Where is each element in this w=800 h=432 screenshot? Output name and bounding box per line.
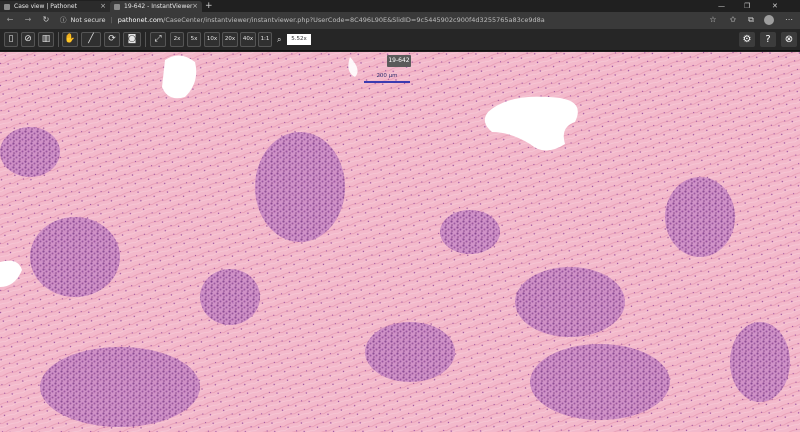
favorites-icon[interactable]: ✩: [728, 15, 738, 25]
separator: [145, 32, 146, 47]
back-icon[interactable]: ←: [4, 14, 16, 26]
close-tab-icon[interactable]: ×: [100, 1, 106, 12]
tab-case-view[interactable]: Case view | Pathonet ×: [0, 1, 110, 12]
collections-icon[interactable]: ⧉: [746, 15, 756, 25]
compass-icon[interactable]: ⊘: [21, 32, 35, 47]
more-menu-icon[interactable]: ⋯: [784, 15, 794, 25]
scale-bar-label: 200 µm: [376, 73, 398, 79]
url-domain: pathonet.com: [117, 16, 164, 24]
viewer-toolbar: ▯ ⊘ ▥ ✋ ╱ ⟳ ◙ ⤢ 2x 5x 10x 20x 40x 1:1 ⌕ …: [0, 29, 800, 51]
scale-bar: 200 µm: [364, 73, 410, 85]
close-viewer-icon[interactable]: ⊗: [781, 32, 797, 47]
zoom-10x-button[interactable]: 10x: [204, 32, 220, 47]
minimize-icon[interactable]: —: [718, 0, 725, 12]
zoom-2x-button[interactable]: 2x: [170, 32, 184, 47]
magnifier-icon: ⌕: [277, 35, 282, 44]
settings-gear-icon[interactable]: ⚙: [739, 32, 755, 47]
separator: [58, 32, 59, 47]
zoom-5x-button[interactable]: 5x: [187, 32, 201, 47]
barcode-icon[interactable]: ▥: [38, 32, 54, 47]
rotate-icon[interactable]: ⟳: [104, 32, 120, 47]
zoom-40x-button[interactable]: 40x: [240, 32, 256, 47]
close-tab-icon[interactable]: ×: [192, 1, 198, 12]
favicon-icon: [114, 4, 120, 10]
address-bar: ← → ↻ ⓘ Not secure | pathonet.com/CaseCente…: [0, 12, 800, 29]
camera-icon[interactable]: ◙: [123, 32, 141, 47]
tab-title: 19-642 - InstantViewer: [124, 3, 193, 10]
security-status: Not secure: [70, 16, 106, 24]
close-window-icon[interactable]: ✕: [772, 0, 778, 12]
tab-instantviewer[interactable]: 19-642 - InstantViewer ×: [110, 1, 202, 12]
zoom-level[interactable]: ⌕ 5.52x: [277, 33, 313, 46]
ruler-icon[interactable]: ╱: [81, 32, 101, 47]
case-label: 19-642: [387, 55, 411, 67]
zoom-value: 5.52x: [287, 34, 311, 45]
reload-icon[interactable]: ↻: [40, 14, 52, 26]
url-path: /CaseCenter/instantviewer/instantviewer.…: [163, 16, 545, 24]
new-tab-button[interactable]: +: [205, 0, 213, 12]
slide-viewer[interactable]: [0, 52, 800, 432]
url-field[interactable]: ⓘ Not secure | pathonet.com/CaseCenter/inst…: [60, 15, 545, 26]
fit-screen-icon[interactable]: ⤢: [150, 32, 166, 47]
favorite-star-icon[interactable]: ☆: [708, 15, 718, 25]
info-icon: ⓘ: [60, 16, 67, 24]
tissue-image: [0, 52, 800, 432]
avatar[interactable]: [764, 15, 774, 25]
favicon-icon: [4, 4, 10, 10]
restore-icon[interactable]: ❐: [744, 0, 750, 12]
help-icon[interactable]: ?: [760, 32, 776, 47]
zoom-1-1-button[interactable]: 1:1: [258, 32, 272, 47]
tab-title: Case view | Pathonet: [14, 3, 77, 10]
browser-tab-bar: Case view | Pathonet × 19-642 - InstantV…: [0, 0, 800, 12]
zoom-20x-button[interactable]: 20x: [222, 32, 238, 47]
phone-icon[interactable]: ▯: [4, 32, 18, 47]
url-divider: |: [110, 16, 113, 24]
scale-bar-line: [364, 81, 410, 83]
pan-hand-icon[interactable]: ✋: [62, 32, 78, 47]
forward-icon[interactable]: →: [22, 14, 34, 26]
